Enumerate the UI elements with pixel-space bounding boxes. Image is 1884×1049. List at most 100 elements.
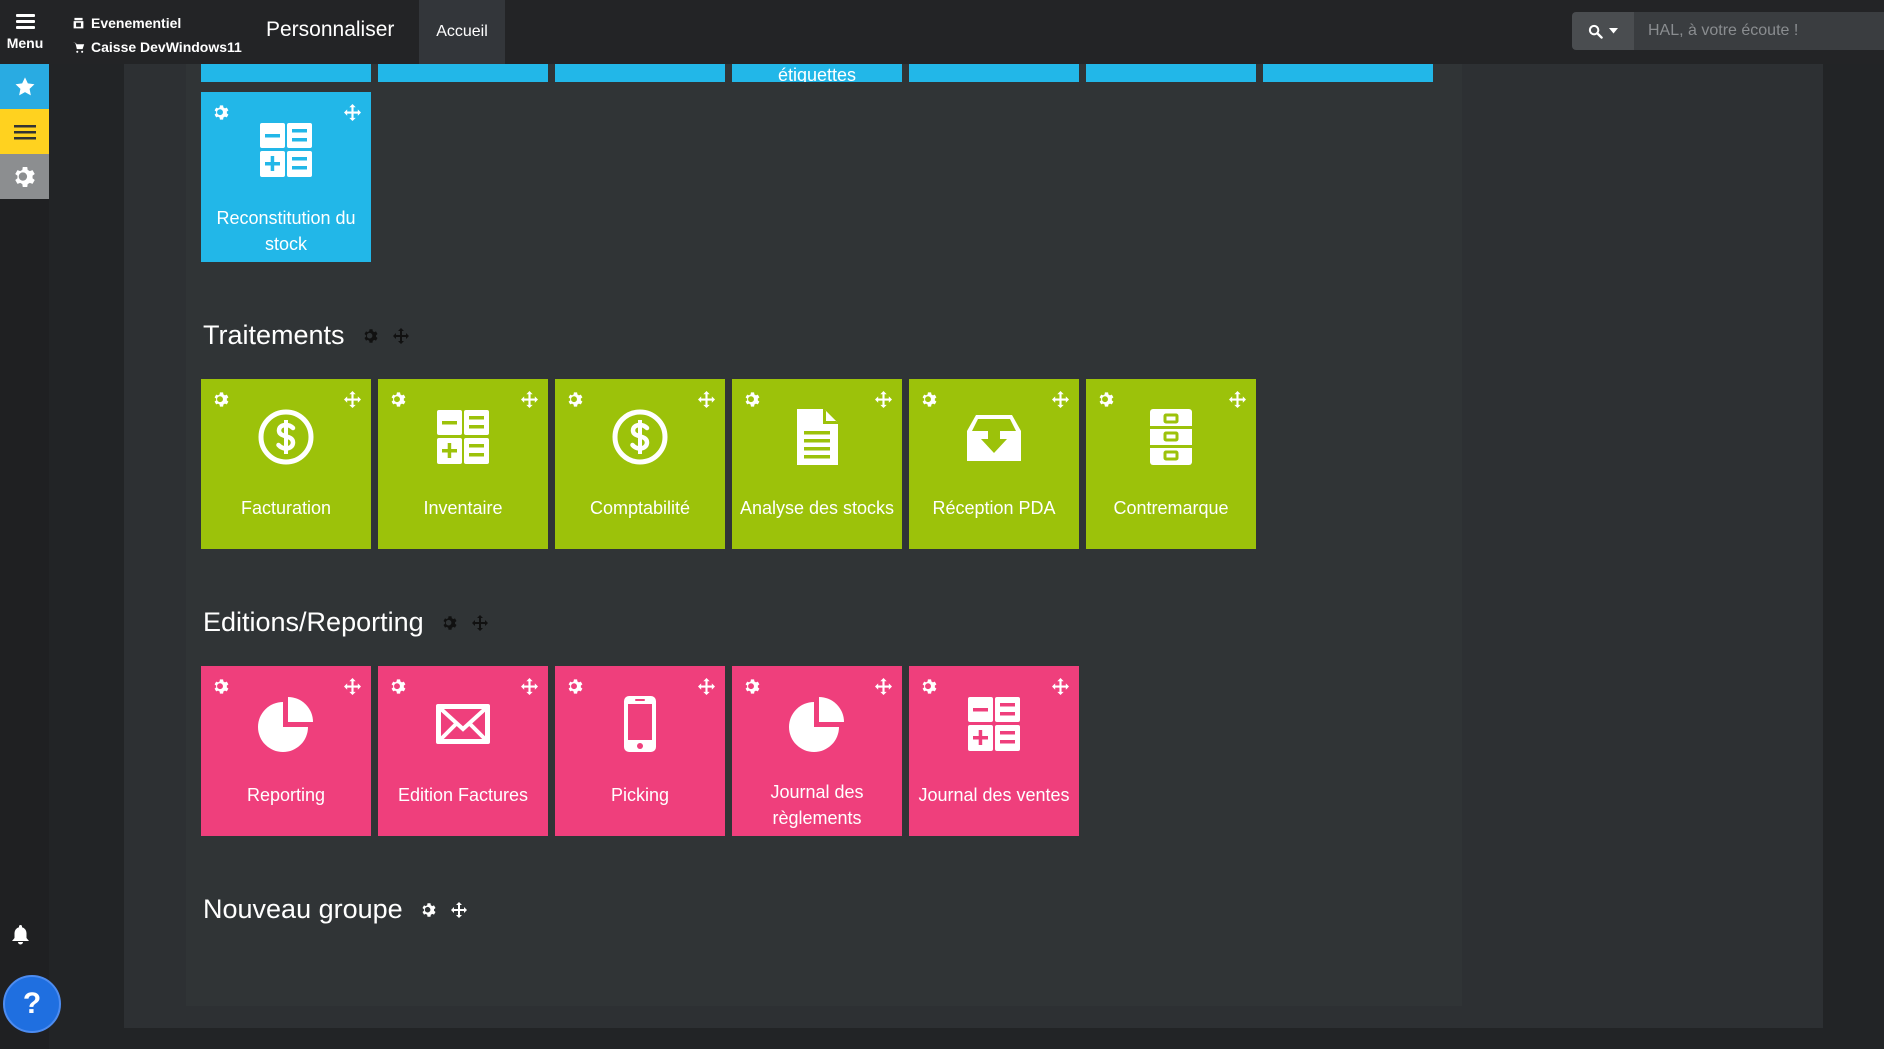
group-settings-icon[interactable] [363, 328, 379, 344]
caret-down-icon [1609, 28, 1618, 34]
calculator-icon [433, 407, 493, 467]
search-scope-button[interactable] [1572, 12, 1634, 50]
tile-settings-icon[interactable] [744, 391, 761, 408]
tile-label: Edition Factures [397, 785, 529, 805]
tile-reconstitution-stock[interactable]: Reconstitution du stock [201, 92, 371, 262]
tile-settings-icon[interactable] [567, 678, 584, 695]
search-bar [1572, 12, 1884, 50]
inbox-download-icon [964, 407, 1024, 467]
site-info[interactable]: Evenementiel Caisse DevWindows11 [72, 11, 242, 59]
pie-chart-icon [787, 694, 847, 754]
favorites-button[interactable] [0, 64, 49, 109]
menu-button[interactable]: Menu [0, 0, 50, 64]
menu-label: Menu [6, 34, 44, 51]
tile-settings-icon[interactable] [213, 104, 230, 121]
tile-settings-icon[interactable] [921, 391, 938, 408]
tile-settings-icon[interactable] [921, 678, 938, 695]
tile-reception-pda[interactable]: Réception PDA [909, 379, 1079, 549]
tile-settings-icon[interactable] [567, 391, 584, 408]
group-title-text: Nouveau groupe [203, 894, 403, 924]
tile-comptabilite[interactable]: Comptabilité [555, 379, 725, 549]
tile-edition-factures[interactable]: Edition Factures [378, 666, 548, 836]
tile-label: Réception PDA [932, 498, 1056, 518]
tile-settings-icon[interactable] [390, 678, 407, 695]
tile-move-icon[interactable] [344, 104, 361, 121]
menu-list-button[interactable] [0, 109, 49, 154]
tile-label: Reconstitution du stock [216, 208, 356, 254]
tile-label: Reporting [246, 785, 326, 805]
list-icon [13, 124, 36, 139]
tile-move-icon[interactable] [1052, 391, 1069, 408]
envelope-icon [433, 694, 493, 754]
gear-icon [13, 165, 37, 189]
group-title-editions: Editions/Reporting [203, 607, 488, 638]
tile-journal-reglements[interactable]: Journal des règlements [732, 666, 902, 836]
tile-label: Contremarque [1113, 498, 1229, 518]
tile-settings-icon[interactable] [1098, 391, 1115, 408]
group-title-nouveau: Nouveau groupe [203, 894, 467, 925]
site-line-register: Caisse DevWindows11 [91, 39, 242, 55]
tile-analyse-stocks[interactable]: Analyse des stocks [732, 379, 902, 549]
tile-picking[interactable]: Picking [555, 666, 725, 836]
group-settings-icon[interactable] [421, 902, 437, 918]
mobile-phone-icon [610, 694, 670, 754]
tile-label: Picking [610, 785, 670, 805]
tile-settings-icon[interactable] [213, 678, 230, 695]
tile-contremarque[interactable]: Contremarque [1086, 379, 1256, 549]
group-move-icon[interactable] [451, 902, 467, 918]
group-title-text: Traitements [203, 320, 345, 350]
star-icon [15, 76, 34, 95]
tile-move-icon[interactable] [344, 391, 361, 408]
tile-reporting[interactable]: Reporting [201, 666, 371, 836]
main-panel: étiquettes Reconstitution du stock Trait… [124, 0, 1823, 1028]
tile-move-icon[interactable] [875, 678, 892, 695]
pie-chart-icon [256, 694, 316, 754]
left-rail: ? [0, 64, 61, 1049]
tile-facturation[interactable]: Facturation [201, 379, 371, 549]
groups-container: étiquettes Reconstitution du stock Trait… [186, 0, 1462, 1006]
tile-settings-icon[interactable] [744, 678, 761, 695]
hamburger-icon [15, 13, 35, 29]
group-settings-icon[interactable] [442, 615, 458, 631]
group-move-icon[interactable] [393, 328, 409, 344]
tile-inventaire[interactable]: Inventaire [378, 379, 548, 549]
tile-label: Analyse des stocks [739, 498, 895, 518]
cabinet-icon [1141, 407, 1201, 467]
cart-icon [72, 42, 85, 53]
document-icon [787, 407, 847, 467]
tile-move-icon[interactable] [1052, 678, 1069, 695]
settings-button[interactable] [0, 154, 49, 199]
tile-label: Inventaire [423, 498, 503, 518]
search-input[interactable] [1634, 12, 1884, 50]
tile-label: Comptabilité [589, 498, 691, 518]
register-icon [73, 17, 84, 28]
tile-label: Journal des règlements [770, 782, 864, 828]
tile-move-icon[interactable] [344, 678, 361, 695]
tile-journal-ventes[interactable]: Journal des ventes [909, 666, 1079, 836]
tile-move-icon[interactable] [521, 391, 538, 408]
tile-settings-icon[interactable] [213, 391, 230, 408]
tile-move-icon[interactable] [521, 678, 538, 695]
tile-move-icon[interactable] [698, 678, 715, 695]
group-move-icon[interactable] [472, 615, 488, 631]
tile-move-icon[interactable] [1229, 391, 1246, 408]
tile-move-icon[interactable] [698, 391, 715, 408]
site-line-establishment: Evenementiel [91, 15, 182, 31]
tile-label: Facturation [240, 498, 332, 518]
search-icon [1588, 24, 1603, 39]
notification-bell-icon[interactable] [10, 924, 31, 951]
top-bar: Menu Evenementiel Caisse DevWindows11 Pe… [0, 0, 1884, 64]
dollar-circle-icon [610, 407, 670, 467]
tile-settings-icon[interactable] [390, 391, 407, 408]
calculator-icon [256, 120, 316, 180]
dollar-circle-icon [256, 407, 316, 467]
group-title-traitements: Traitements [203, 320, 409, 351]
group-title-text: Editions/Reporting [203, 607, 424, 637]
help-button[interactable]: ? [3, 975, 61, 1033]
calculator-icon [964, 694, 1024, 754]
tile-label: Journal des ventes [918, 785, 1070, 805]
tab-accueil[interactable]: Accueil [419, 0, 505, 64]
tile-label: étiquettes [777, 65, 857, 82]
tile-move-icon[interactable] [875, 391, 892, 408]
page-title: Personnaliser [266, 18, 395, 41]
